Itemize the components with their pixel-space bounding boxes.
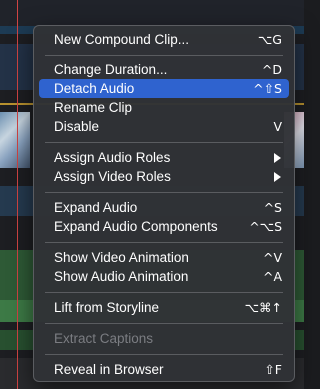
menu-separator [45, 192, 283, 193]
menu-item-disable[interactable]: Disable V [39, 117, 289, 136]
menu-separator [45, 323, 283, 324]
menu-item-assign-audio-roles[interactable]: Assign Audio Roles [39, 148, 289, 167]
submenu-arrow-icon [274, 153, 281, 163]
menu-item-extract-captions: Extract Captions [39, 329, 289, 348]
menu-item-show-audio-animation[interactable]: Show Audio Animation ^A [39, 267, 289, 286]
menu-item-label: Rename Clip [54, 100, 133, 115]
menu-item-label: Lift from Storyline [54, 300, 160, 315]
menu-item-new-compound-clip[interactable]: New Compound Clip... ⌥G [39, 30, 289, 49]
menu-separator [45, 55, 283, 56]
menu-item-shortcut: ^⌥S [249, 219, 282, 234]
menu-item-shortcut: ⌥G [257, 32, 282, 47]
menu-separator [45, 142, 283, 143]
menu-item-label: Expand Audio [54, 200, 138, 215]
menu-item-expand-audio[interactable]: Expand Audio ^S [39, 198, 289, 217]
menu-item-reveal-in-browser[interactable]: Reveal in Browser ⇧F [39, 360, 289, 379]
menu-item-label: Extract Captions [54, 331, 154, 346]
context-menu: New Compound Clip... ⌥G Change Duration.… [33, 25, 295, 382]
menu-item-label: Expand Audio Components [54, 219, 218, 234]
menu-item-label: Disable [54, 119, 100, 134]
menu-item-shortcut: ^S [263, 200, 282, 215]
menu-item-shortcut: ^V [262, 250, 282, 265]
menu-separator [45, 292, 283, 293]
menu-separator [45, 242, 283, 243]
menu-item-shortcut: ^⇧S [253, 81, 282, 96]
menu-item-shortcut: ⇧F [264, 362, 282, 377]
menu-item-label: Show Video Animation [54, 250, 189, 265]
menu-item-lift-from-storyline[interactable]: Lift from Storyline ⌥⌘↑ [39, 298, 289, 317]
playhead[interactable] [17, 0, 18, 389]
menu-item-shortcut: ^A [262, 269, 282, 284]
menu-item-assign-video-roles[interactable]: Assign Video Roles [39, 167, 289, 186]
menu-item-expand-audio-components[interactable]: Expand Audio Components ^⌥S [39, 217, 289, 236]
menu-item-shortcut: ^D [261, 62, 282, 77]
video-clip-thumbnail-left[interactable] [0, 112, 30, 168]
menu-item-shortcut: V [273, 119, 282, 134]
menu-item-rename-clip[interactable]: Rename Clip [39, 98, 289, 117]
menu-item-label: Show Audio Animation [54, 269, 189, 284]
menu-item-label: Reveal in Browser [54, 362, 164, 377]
menu-item-label: Detach Audio [54, 81, 135, 96]
menu-item-detach-audio[interactable]: Detach Audio ^⇧S [39, 79, 289, 98]
menu-item-label: Assign Audio Roles [54, 150, 171, 165]
menu-item-label: Change Duration... [54, 62, 168, 77]
menu-item-shortcut: ⌥⌘↑ [244, 300, 282, 315]
menu-item-label: Assign Video Roles [54, 169, 171, 184]
menu-item-label: New Compound Clip... [54, 32, 190, 47]
submenu-arrow-icon [274, 172, 281, 182]
menu-item-show-video-animation[interactable]: Show Video Animation ^V [39, 248, 289, 267]
timeline-track-top [0, 0, 304, 26]
menu-separator [45, 354, 283, 355]
menu-item-change-duration[interactable]: Change Duration... ^D [39, 60, 289, 79]
